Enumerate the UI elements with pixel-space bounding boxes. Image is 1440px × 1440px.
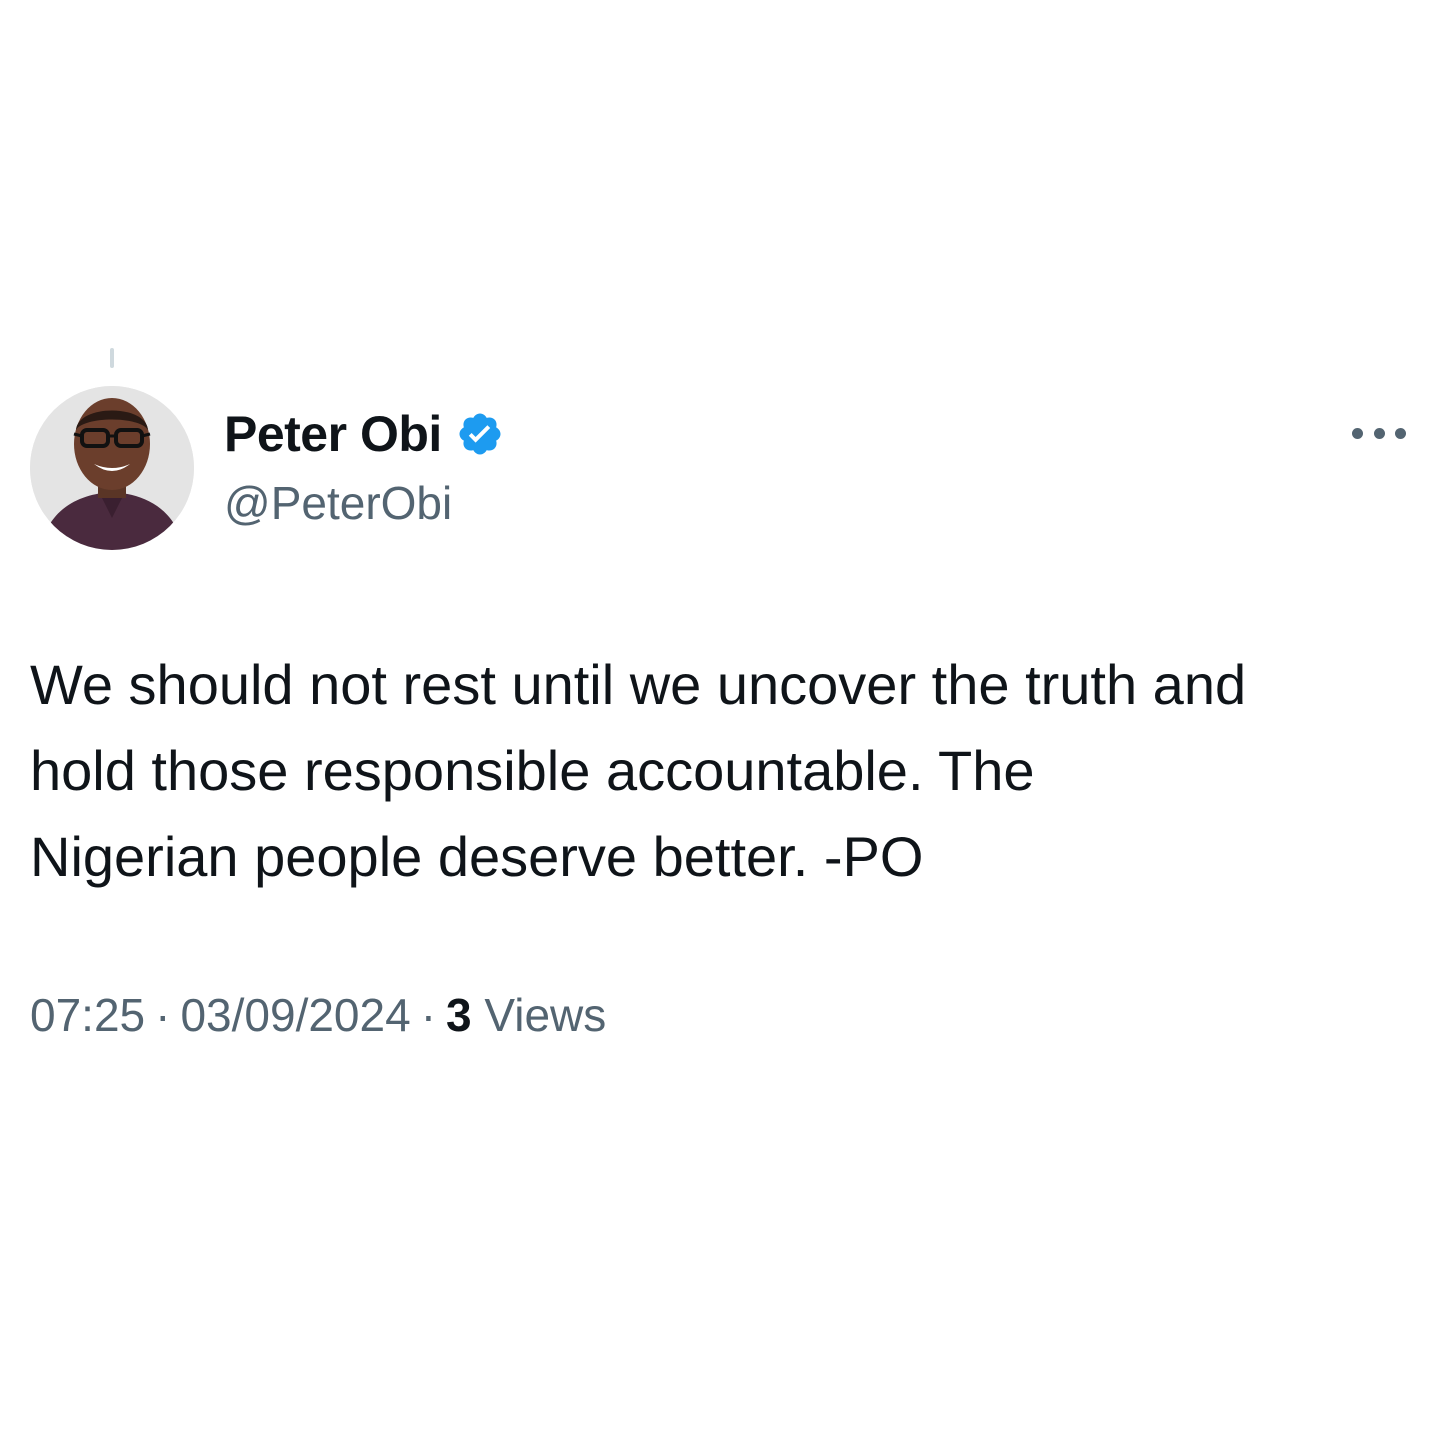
views-label[interactable]: Views — [484, 989, 606, 1041]
author-display-name[interactable]: Peter Obi — [224, 405, 442, 463]
views-count[interactable]: 3 — [446, 989, 472, 1041]
author-handle[interactable]: @PeterObi — [224, 476, 452, 530]
more-dot — [1373, 427, 1385, 439]
meta-separator: · — [155, 989, 171, 1041]
author-name-row[interactable]: Peter Obi — [224, 402, 504, 466]
more-horizontal-icon[interactable] — [1352, 418, 1406, 448]
verified-badge-icon — [456, 410, 504, 458]
tweet-metadata: 07:25 · 03/09/2024 · 3 Views — [30, 988, 606, 1042]
more-dot — [1352, 427, 1363, 439]
avatar[interactable] — [30, 386, 194, 550]
thread-connector-line — [110, 348, 114, 368]
tweet-text: We should not rest until we uncover the … — [30, 653, 1247, 888]
tweet-date[interactable]: 03/09/2024 — [180, 989, 410, 1041]
tweet-time[interactable]: 07:25 — [30, 989, 145, 1041]
tweet-card: Peter Obi @PeterObi We should not rest u… — [0, 0, 1440, 1440]
meta-separator: · — [420, 989, 437, 1041]
avatar-image — [30, 386, 194, 550]
more-dot — [1395, 427, 1406, 439]
